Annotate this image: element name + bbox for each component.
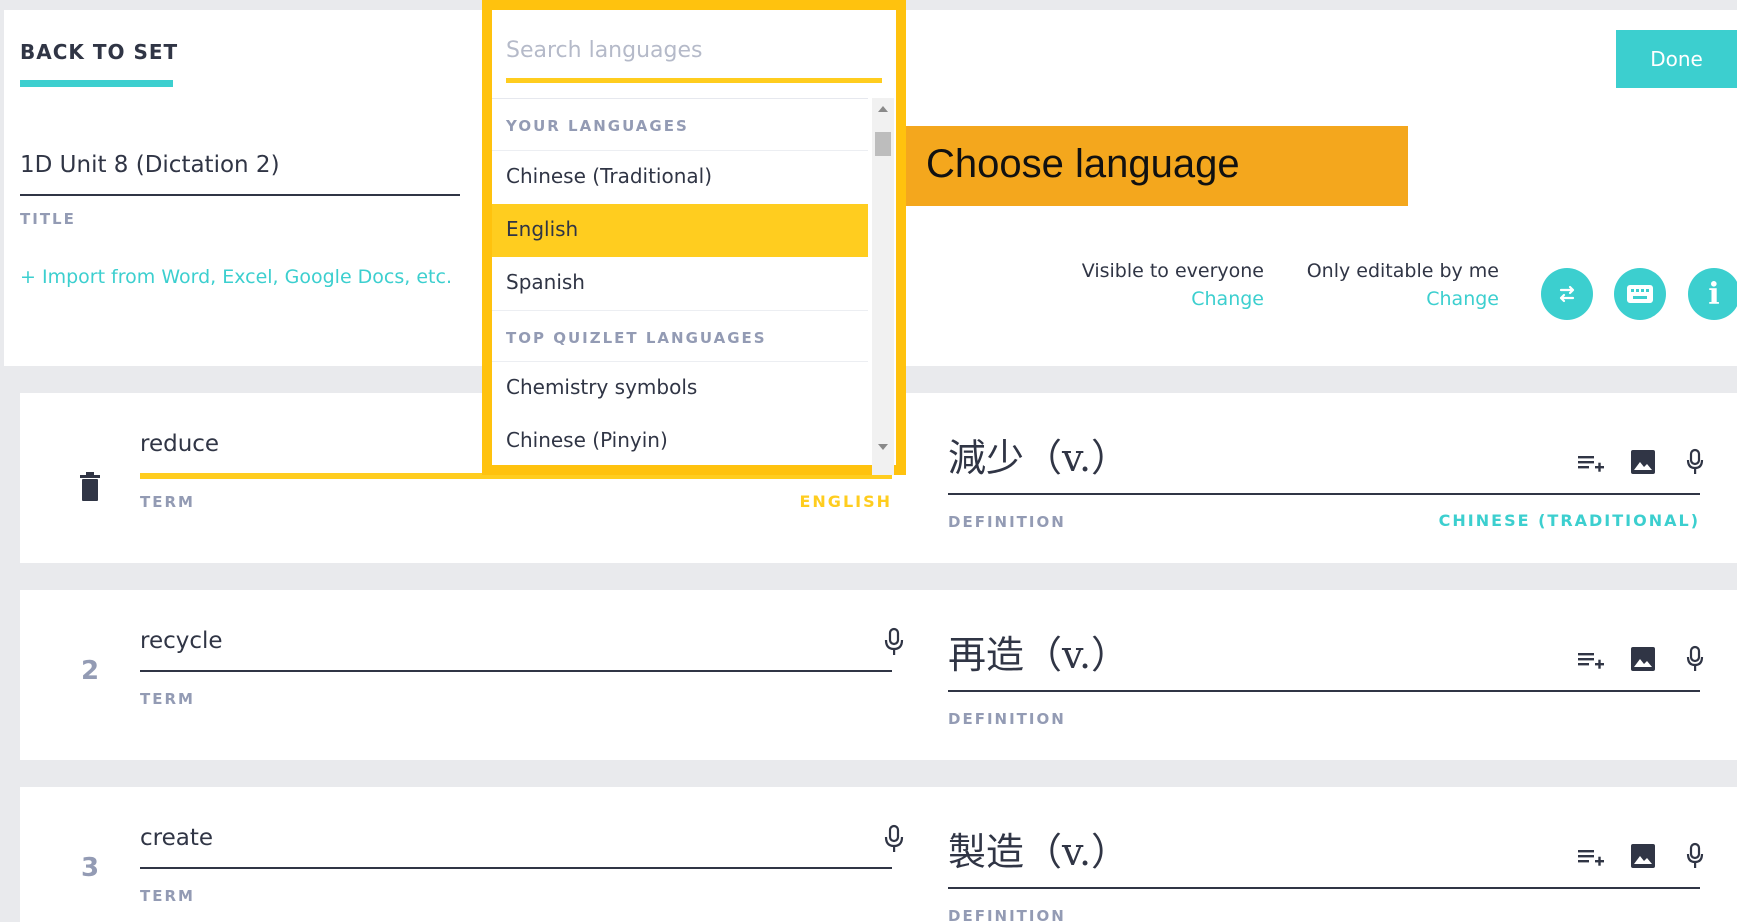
title-underline bbox=[20, 194, 460, 196]
language-group-heading: TOP QUIZLET LANGUAGES bbox=[492, 310, 868, 362]
back-to-set-link[interactable]: BACK TO SET bbox=[20, 40, 178, 64]
visibility-setting: Visible to everyone Change bbox=[1064, 260, 1264, 310]
info-button[interactable]: i bbox=[1688, 268, 1737, 320]
definition-label: DEFINITION bbox=[948, 513, 1066, 531]
image-icon[interactable] bbox=[1628, 841, 1658, 871]
scroll-up-arrow-icon[interactable] bbox=[878, 106, 888, 112]
visibility-status: Visible to everyone bbox=[1081, 260, 1264, 282]
term-input[interactable]: recycle bbox=[140, 628, 223, 654]
definition-underline bbox=[948, 493, 1700, 495]
import-link[interactable]: + Import from Word, Excel, Google Docs, … bbox=[20, 266, 452, 288]
swap-terms-button[interactable] bbox=[1541, 268, 1593, 320]
language-list: YOUR LANGUAGES Chinese (Traditional) Eng… bbox=[492, 98, 868, 475]
mic-icon[interactable] bbox=[1680, 644, 1710, 674]
definition-input[interactable]: 減少（v.） bbox=[948, 427, 1129, 482]
definition-label: DEFINITION bbox=[948, 907, 1066, 922]
card-number: 2 bbox=[80, 656, 100, 686]
keyboard-icon bbox=[1627, 285, 1653, 303]
definition-underline bbox=[948, 887, 1700, 889]
term-underline bbox=[140, 867, 892, 869]
scrollbar-thumb[interactable] bbox=[875, 132, 891, 156]
definition-language-selector[interactable]: CHINESE (TRADITIONAL) bbox=[1320, 511, 1700, 530]
definition-underline bbox=[948, 690, 1700, 692]
language-search-input[interactable] bbox=[506, 30, 882, 70]
mic-icon[interactable] bbox=[1680, 447, 1710, 477]
add-list-icon[interactable] bbox=[1576, 644, 1606, 674]
language-option[interactable]: Spanish bbox=[492, 257, 868, 310]
add-list-icon[interactable] bbox=[1576, 447, 1606, 477]
language-option[interactable]: Chinese (Traditional) bbox=[492, 151, 868, 204]
term-card: 2 recycle TERM 再造（v.） DEFINITION bbox=[20, 590, 1737, 760]
image-icon[interactable] bbox=[1628, 447, 1658, 477]
editing-status: Only editable by me bbox=[1306, 260, 1499, 282]
back-to-set-underline bbox=[20, 80, 173, 87]
editing-change-link[interactable]: Change bbox=[1304, 288, 1499, 310]
language-dropdown: YOUR LANGUAGES Chinese (Traditional) Eng… bbox=[482, 0, 906, 475]
term-label: TERM bbox=[140, 690, 195, 708]
swap-icon bbox=[1559, 285, 1575, 303]
search-underline bbox=[506, 78, 882, 83]
trash-icon[interactable] bbox=[70, 467, 110, 507]
definition-input[interactable]: 製造（v.） bbox=[948, 821, 1129, 876]
editing-setting: Only editable by me Change bbox=[1304, 260, 1499, 310]
term-underline bbox=[140, 670, 892, 672]
term-label: TERM bbox=[140, 887, 195, 905]
term-label: TERM bbox=[140, 493, 195, 511]
definition-input[interactable]: 再造（v.） bbox=[948, 624, 1129, 679]
language-option[interactable]: Chinese (Pinyin) bbox=[492, 415, 868, 468]
mic-icon[interactable] bbox=[1680, 841, 1710, 871]
language-option[interactable]: Chemistry symbols bbox=[492, 362, 868, 415]
term-language-selector[interactable]: ENGLISH bbox=[780, 492, 892, 511]
keyboard-button[interactable] bbox=[1614, 268, 1666, 320]
mic-icon[interactable] bbox=[882, 626, 906, 658]
done-button[interactable]: Done bbox=[1616, 30, 1737, 88]
image-icon[interactable] bbox=[1628, 644, 1658, 674]
visibility-change-link[interactable]: Change bbox=[1064, 288, 1264, 310]
title-label: TITLE bbox=[20, 210, 76, 228]
add-list-icon[interactable] bbox=[1576, 841, 1606, 871]
term-input[interactable]: create bbox=[140, 825, 213, 851]
term-input[interactable]: reduce bbox=[140, 431, 219, 457]
choose-language-callout: Choose language bbox=[906, 126, 1408, 206]
title-input[interactable]: 1D Unit 8 (Dictation 2) bbox=[20, 152, 280, 178]
language-group-heading: YOUR LANGUAGES bbox=[492, 99, 868, 151]
scroll-down-arrow-icon[interactable] bbox=[878, 444, 888, 450]
language-option-selected[interactable]: English bbox=[492, 204, 868, 257]
mic-icon[interactable] bbox=[882, 823, 906, 855]
info-icon: i bbox=[1708, 276, 1720, 312]
definition-label: DEFINITION bbox=[948, 710, 1066, 728]
term-card: 3 create TERM 製造（v.） DEFINITION bbox=[20, 787, 1737, 922]
card-number: 3 bbox=[80, 853, 100, 883]
